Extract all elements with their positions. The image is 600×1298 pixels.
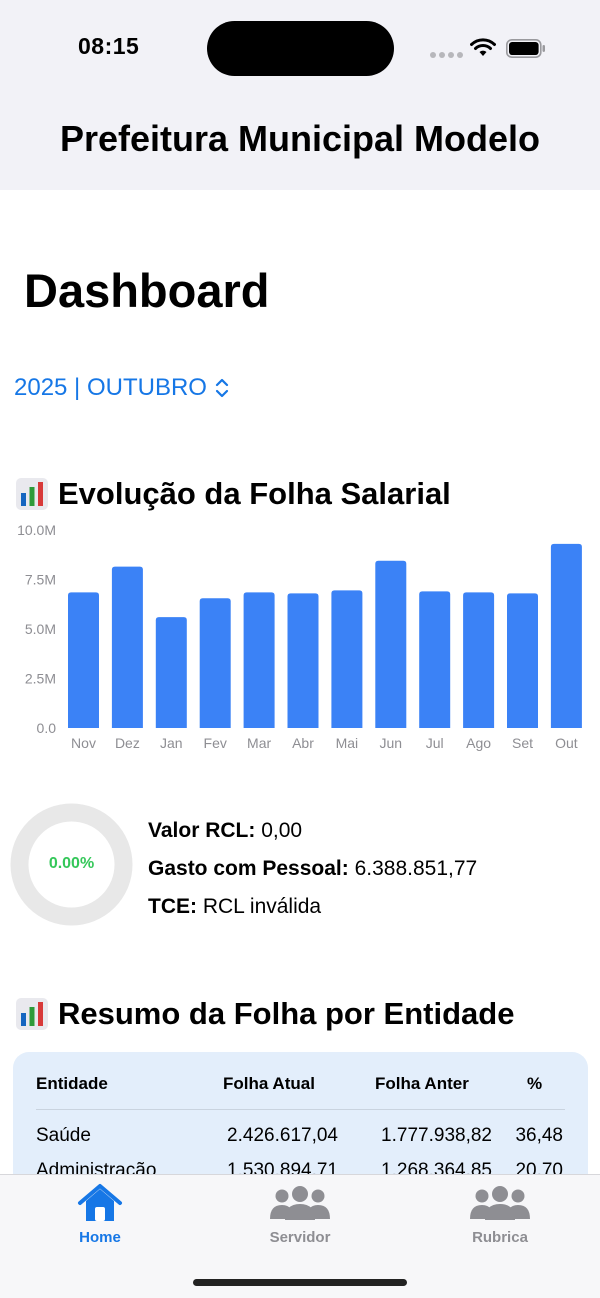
header-area: 08:15 Prefeitura Municipal Modelo: [0, 0, 600, 190]
bar-chart-icon: [16, 478, 48, 510]
x-tick-label: Fev: [204, 735, 227, 751]
tab-rubrica-label: Rubrica: [472, 1229, 528, 1246]
tce-value: RCL inválida: [197, 895, 322, 918]
table-title: Resumo da Folha por Entidade: [58, 996, 515, 1031]
rcl-value: 0,00: [255, 819, 303, 842]
house-icon: [78, 1184, 122, 1221]
tce-label: TCE:: [148, 895, 197, 918]
x-tick-label: Mai: [336, 735, 359, 751]
rcl-label: Valor RCL:: [148, 819, 256, 842]
y-tick-label: 7.5M: [25, 572, 56, 588]
status-bar: 08:15: [0, 0, 600, 96]
wifi-icon: [470, 38, 496, 56]
x-tick-label: Dez: [115, 735, 140, 751]
bar-mai: [331, 590, 363, 728]
bar-fev: [199, 598, 231, 728]
gauge-percent: 0.00%: [48, 855, 95, 872]
bar-jul: [419, 591, 451, 728]
tab-servidor-label: Servidor: [269, 1229, 331, 1246]
x-tick-label: Mar: [247, 735, 271, 751]
header-percent: %: [527, 1074, 543, 1093]
page-title: Dashboard: [24, 264, 270, 317]
pessoal-row: Gasto com Pessoal: 6.388.851,77: [148, 850, 477, 888]
period-label: 2025 | OUTUBRO: [14, 374, 207, 401]
header-entidade: Entidade: [36, 1074, 108, 1093]
tce-row: TCE: RCL inválida: [148, 888, 477, 926]
y-tick-label: 5.0M: [25, 621, 56, 637]
cell-percent: 36,48: [515, 1125, 563, 1146]
battery-icon: [506, 39, 545, 58]
cell-folha-anterior: 1.777.938,82: [381, 1125, 492, 1146]
app-title: Prefeitura Municipal Modelo: [59, 118, 541, 159]
tab-bar: Home Servidor Rubrica: [0, 1174, 600, 1298]
rcl-row: Valor RCL: 0,00: [148, 812, 477, 850]
tab-home-label: Home: [79, 1229, 121, 1246]
people-icon: [470, 1186, 530, 1220]
cellular-signal-icon: [430, 52, 463, 60]
cell-folha-atual: 2.426.617,04: [227, 1125, 338, 1146]
table-section-title: Resumo da Folha por Entidade: [16, 996, 514, 1032]
period-picker[interactable]: 2025 | OUTUBRO: [14, 374, 229, 402]
bar-out: [550, 543, 582, 728]
bar-ago: [463, 592, 495, 728]
status-time: 08:15: [78, 33, 140, 59]
y-tick-label: 10.0M: [17, 522, 56, 538]
chart-title: Evolução da Folha Salarial: [58, 476, 451, 511]
pessoal-label: Gasto com Pessoal:: [148, 857, 349, 880]
x-tick-label: Nov: [71, 735, 96, 751]
x-tick-label: Out: [555, 735, 578, 751]
x-tick-label: Jul: [426, 735, 444, 751]
bar-mar: [243, 592, 275, 728]
tab-home[interactable]: Home: [40, 1183, 160, 1246]
bar-dez: [111, 566, 143, 728]
bar-chart-icon: [16, 998, 48, 1030]
y-tick-label: 2.5M: [25, 671, 56, 687]
y-tick-label: 0.0: [37, 720, 57, 736]
home-indicator: [193, 1279, 407, 1286]
dynamic-island: [207, 21, 394, 76]
bar-abr: [287, 593, 319, 728]
payroll-bar-chart: 0.0 2.5M 5.0M 7.5M 10.0M Nov Dez Jan Fev Mar Abr Ma…: [17, 522, 582, 751]
tab-rubrica[interactable]: Rubrica: [440, 1183, 560, 1246]
cell-entidade: Saúde: [36, 1125, 91, 1146]
x-tick-label: Ago: [466, 735, 491, 751]
bar-set: [507, 593, 538, 728]
people-icon: [270, 1186, 330, 1220]
bar-nov: [68, 592, 99, 728]
x-tick-label: Set: [512, 735, 533, 751]
chart-section-title: Evolução da Folha Salarial: [16, 476, 451, 512]
header-folha-anterior: Folha Anter: [375, 1074, 469, 1093]
x-tick-label: Jun: [380, 735, 403, 751]
stats-panel: Valor RCL: 0,00 Gasto com Pessoal: 6.388…: [148, 812, 477, 926]
tab-servidor[interactable]: Servidor: [240, 1183, 360, 1246]
x-tick-label: Abr: [292, 735, 314, 751]
header-folha-atual: Folha Atual: [223, 1074, 315, 1093]
chevron-updown-icon: [215, 378, 229, 398]
x-tick-label: Jan: [160, 735, 183, 751]
bar-jun: [375, 560, 407, 728]
pessoal-value: 6.388.851,77: [348, 857, 478, 880]
bar-jan: [155, 617, 187, 728]
table-divider: [36, 1109, 565, 1110]
